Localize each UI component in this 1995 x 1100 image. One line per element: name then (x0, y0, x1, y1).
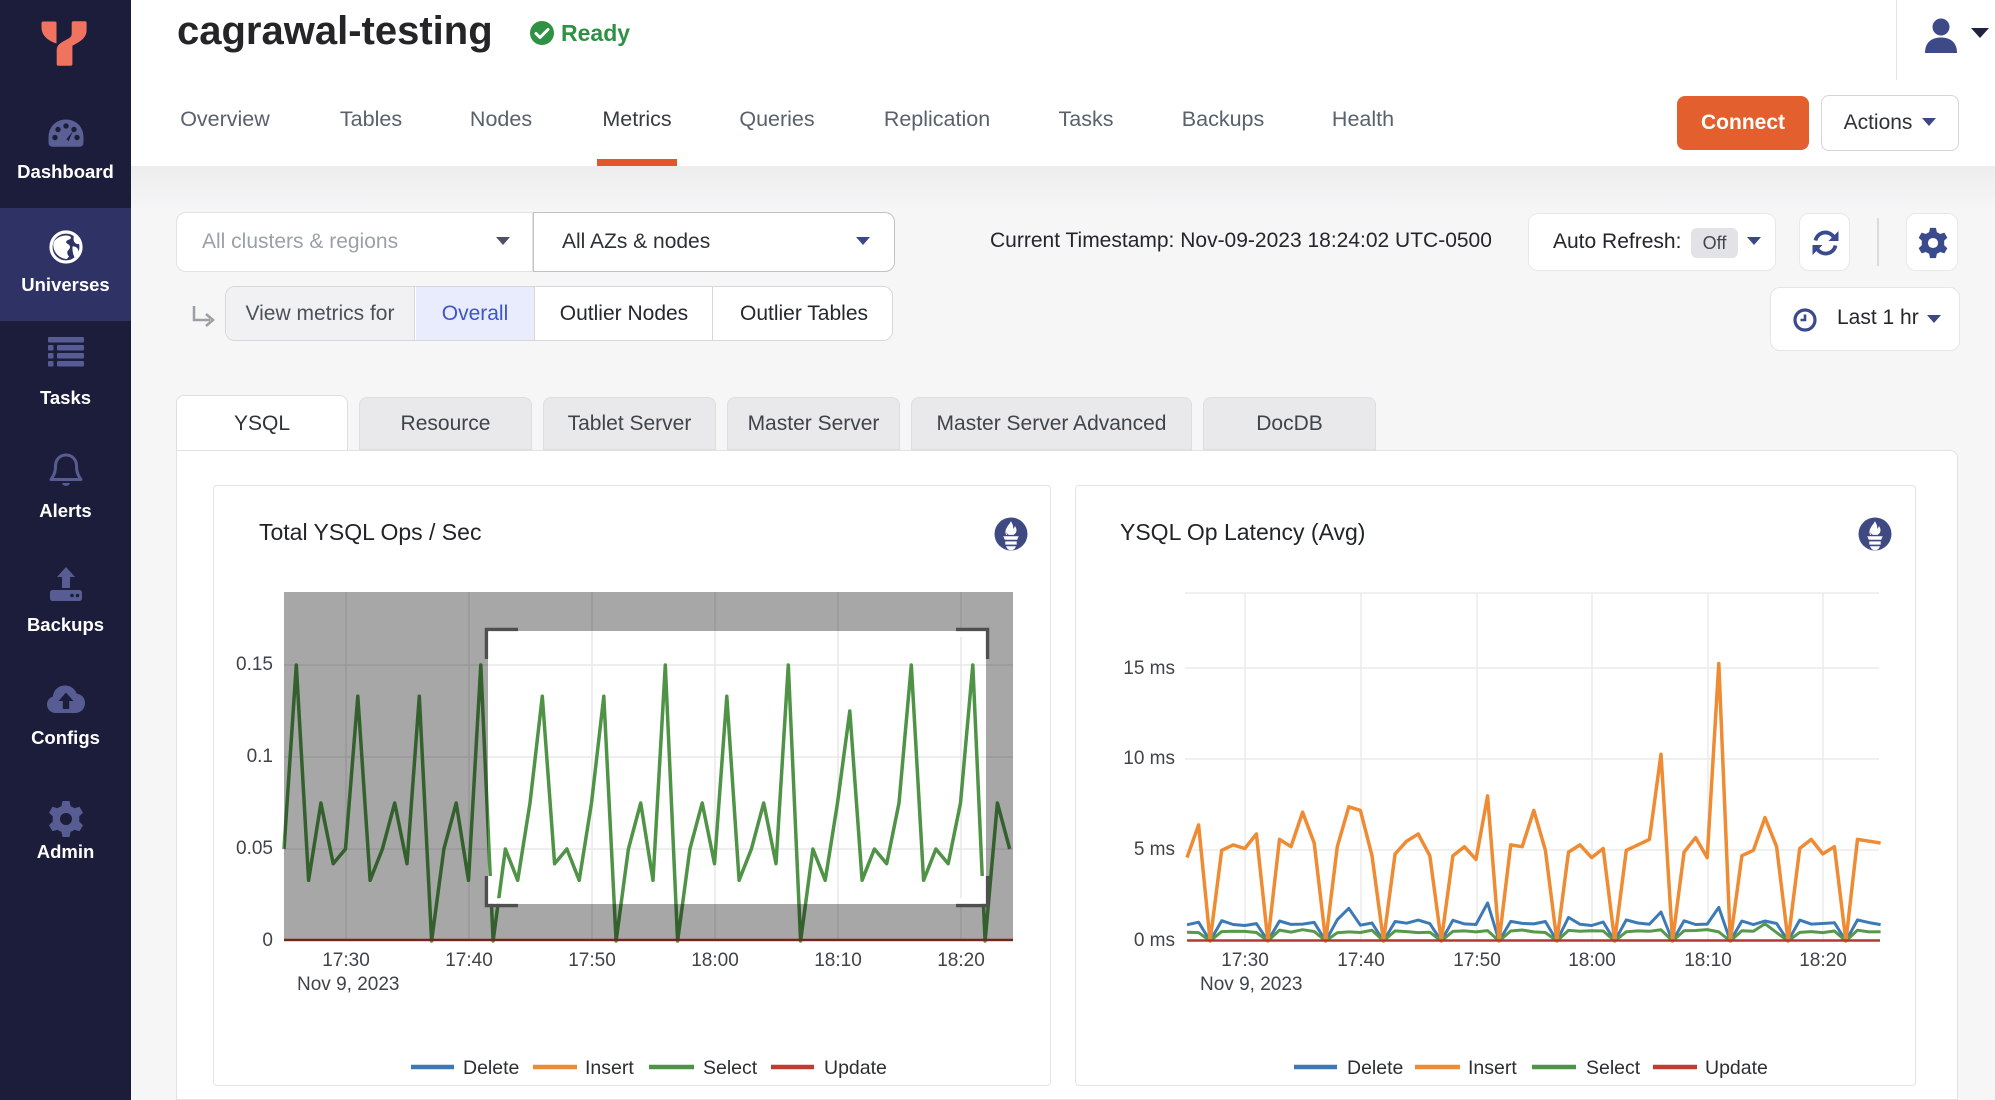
svg-text:17:40: 17:40 (445, 950, 493, 971)
svg-text:17:30: 17:30 (1221, 950, 1269, 971)
svg-text:Nov 9, 2023: Nov 9, 2023 (297, 974, 399, 995)
svg-text:Select: Select (1586, 1057, 1641, 1079)
svg-text:0.1: 0.1 (247, 746, 273, 767)
svg-text:5 ms: 5 ms (1134, 839, 1175, 860)
svg-text:18:10: 18:10 (1684, 950, 1732, 971)
svg-text:15 ms: 15 ms (1123, 658, 1175, 679)
svg-text:Update: Update (1705, 1057, 1768, 1079)
svg-text:17:30: 17:30 (322, 950, 370, 971)
svg-text:18:00: 18:00 (691, 950, 739, 971)
svg-text:18:00: 18:00 (1568, 950, 1616, 971)
svg-text:0: 0 (262, 930, 273, 951)
svg-text:18:20: 18:20 (1799, 950, 1847, 971)
svg-text:17:50: 17:50 (568, 950, 616, 971)
svg-text:Delete: Delete (1347, 1057, 1403, 1079)
svg-text:Select: Select (703, 1057, 758, 1079)
svg-text:17:50: 17:50 (1453, 950, 1501, 971)
svg-text:0 ms: 0 ms (1134, 930, 1175, 951)
svg-text:Insert: Insert (585, 1057, 634, 1079)
svg-text:Nov 9, 2023: Nov 9, 2023 (1200, 974, 1302, 995)
svg-text:Delete: Delete (463, 1057, 519, 1079)
svg-text:0.15: 0.15 (236, 654, 273, 675)
svg-text:17:40: 17:40 (1337, 950, 1385, 971)
svg-text:Update: Update (824, 1057, 887, 1079)
svg-text:10 ms: 10 ms (1123, 748, 1175, 769)
svg-text:Insert: Insert (1468, 1057, 1517, 1079)
svg-text:18:20: 18:20 (937, 950, 985, 971)
svg-text:0.05: 0.05 (236, 838, 273, 859)
svg-text:18:10: 18:10 (814, 950, 862, 971)
